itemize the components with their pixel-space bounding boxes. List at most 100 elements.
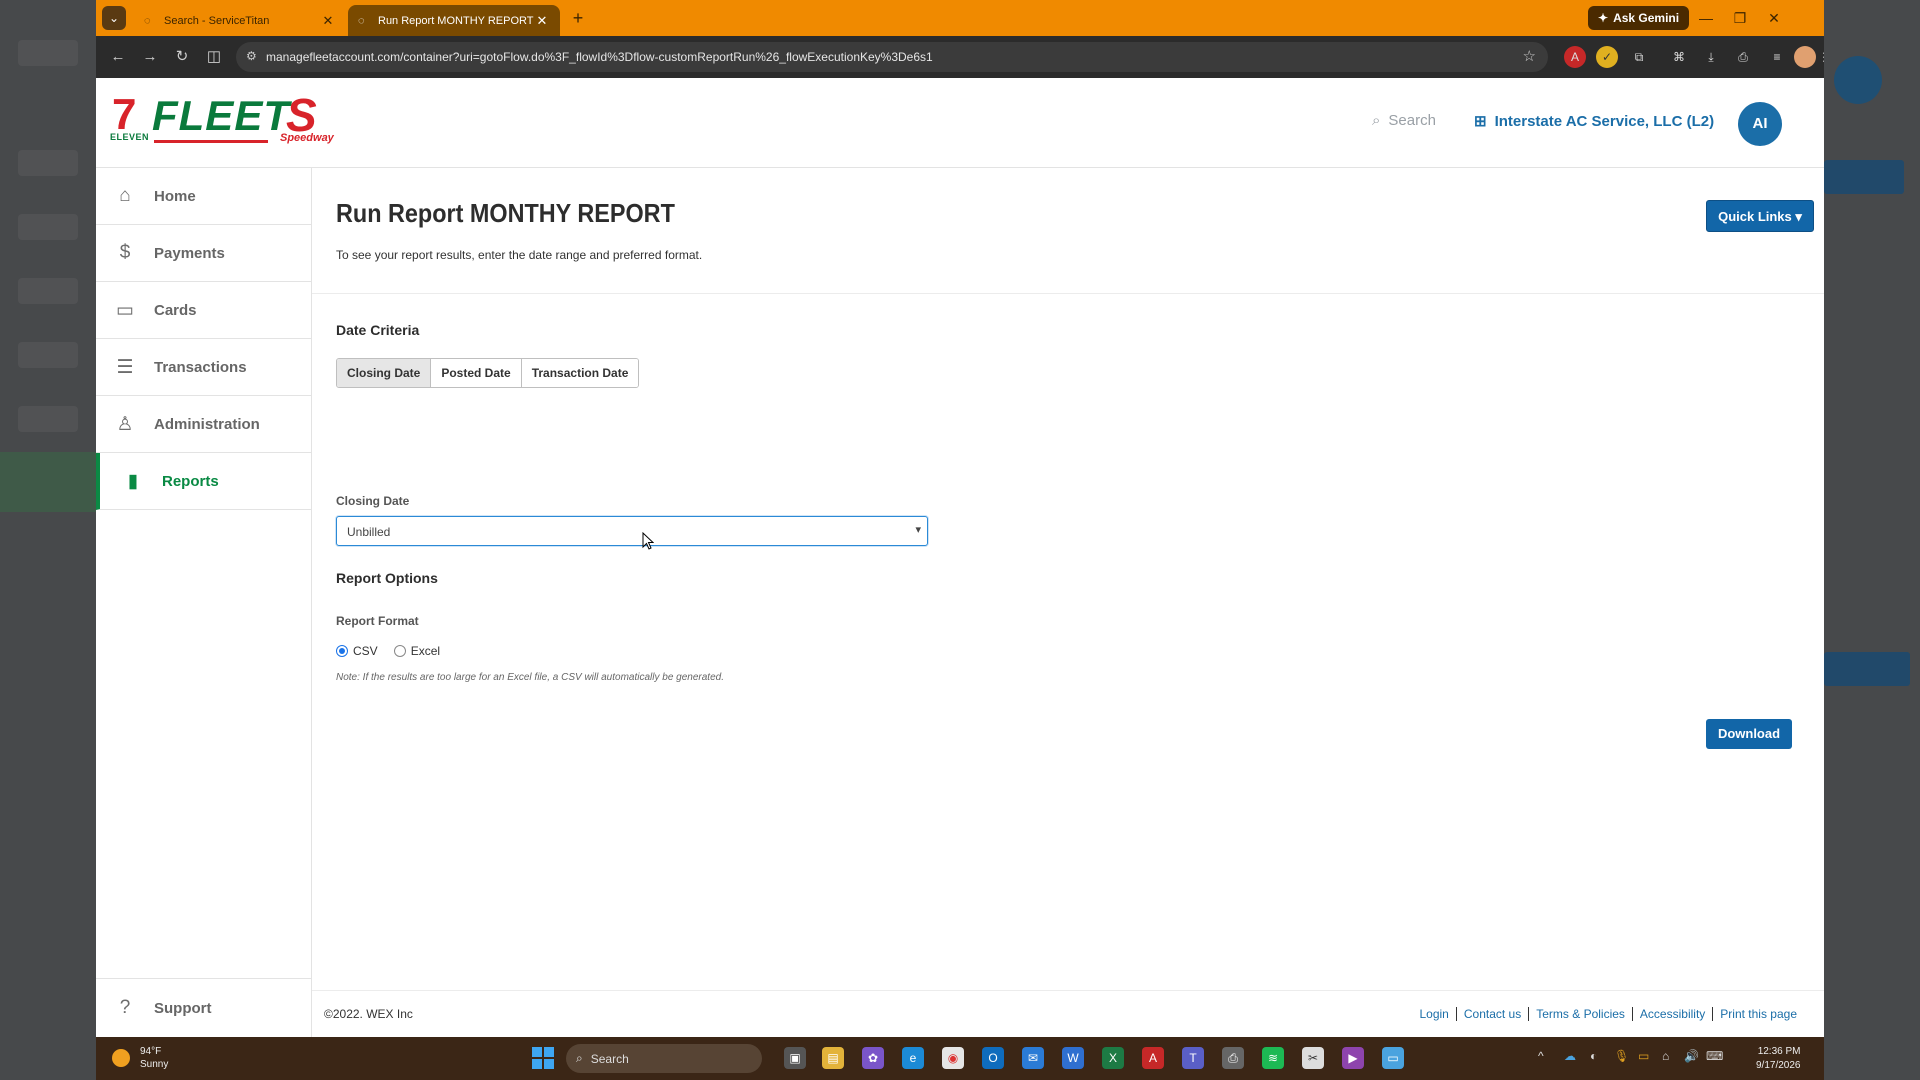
sidebar-item-reports[interactable]: ▮ Reports [96,453,312,510]
profile-icon[interactable] [1794,46,1816,68]
close-icon[interactable]: ✕ [320,13,336,29]
ask-gemini-button[interactable]: ✦ Ask Gemini [1588,6,1690,30]
sidebar-item-transactions[interactable]: ☰ Transactions [96,339,312,396]
snipping-tool-icon[interactable]: ✂ [1302,1047,1324,1069]
plus-icon[interactable]: + [566,6,590,30]
back-arrow-icon[interactable]: ← [106,45,130,69]
sparkle-icon: ✦ [1598,11,1609,25]
more-icon[interactable]: ⋮ [1818,46,1824,68]
bg-ghost [18,342,78,368]
download-button[interactable]: Download [1706,719,1792,749]
browser-tab-servicetitan[interactable]: ◌ Search - ServiceTitan ✕ [134,5,346,36]
network-icon[interactable]: ⌂ [1662,1049,1669,1063]
footer-link-contact[interactable]: Contact us [1455,1007,1528,1021]
footer-link-terms[interactable]: Terms & Policies [1528,1007,1632,1021]
footer-link-login[interactable]: Login [1412,1007,1455,1021]
sidebar-item-payments[interactable]: $ Payments [96,225,312,282]
vpn-icon[interactable]: ◐ [1590,1049,1597,1063]
sidebar-item-cards[interactable]: ▭ Cards [96,282,312,339]
site-info-icon[interactable]: ⚙ [246,49,257,63]
edge-icon[interactable]: e [902,1047,924,1069]
puzzle-icon[interactable]: ⧉ [1628,46,1650,68]
tab-search-dropdown[interactable]: ⌄ [102,6,126,30]
bookmark-star-icon[interactable]: ☆ [1523,47,1536,65]
quick-links-button[interactable]: Quick Links ▾ [1706,200,1814,232]
closing-date-label: Closing Date [336,494,410,508]
system-clock[interactable]: 12:36 PM 9/17/2026 [1756,1045,1801,1073]
footer-links: Login Contact us Terms & Policies Access… [1412,1007,1804,1021]
tab-posted-date[interactable]: Posted Date [431,359,522,387]
keyboard-icon[interactable]: ⌨ [1706,1049,1723,1063]
account-switcher[interactable]: ⊞ Interstate AC Service, LLC (L2) [1474,112,1714,131]
footer-link-print[interactable]: Print this page [1712,1007,1804,1021]
browser-window: ⌄ ◌ Search - ServiceTitan ✕ ◌ Run Report… [96,0,1824,1037]
address-bar[interactable]: ⚙ managefleetaccount.com/container?uri=g… [236,42,1548,72]
print-icon[interactable]: ⎙ [1732,46,1754,68]
csv-label[interactable]: CSV [353,644,378,658]
logo-underline [154,140,268,143]
teams-icon[interactable]: T [1182,1047,1204,1069]
taskbar-search[interactable]: ⌕ Search [566,1044,762,1073]
mail-icon[interactable]: ✉ [1022,1047,1044,1069]
bg-ghost [18,406,78,432]
bg-ghost-button [1824,160,1904,194]
tab-transaction-date[interactable]: Transaction Date [521,359,639,387]
sidebar-item-support[interactable]: ? Support [96,978,312,1037]
microphone-icon[interactable]: 🎙 [1614,1049,1629,1063]
acrobat-icon[interactable]: A [1142,1047,1164,1069]
page-title: Run Report MONTHY REPORT [336,198,675,228]
media-app-icon[interactable]: ▶ [1342,1047,1364,1069]
sidebar-item-administration[interactable]: ♙ Administration [96,396,312,453]
close-icon[interactable]: ✕ [534,13,550,29]
media-icon[interactable]: ≡ [1766,46,1788,68]
tab-closing-date[interactable]: Closing Date [337,359,432,387]
copilot-icon[interactable]: ✿ [862,1047,884,1069]
chrome-icon[interactable]: ◉ [942,1047,964,1069]
closing-date-select[interactable]: Unbilled ▾ [336,516,928,546]
fleet-logo[interactable]: 7 ELEVEN FLEET S Speedway [110,89,338,146]
logo-fleet: FLEET [152,92,290,139]
sidebar-item-label: Transactions [154,358,247,376]
close-window-icon[interactable]: ✕ [1760,6,1788,30]
avatar[interactable]: AI [1738,102,1782,146]
volume-icon[interactable]: 🔊 [1684,1049,1699,1063]
sidebar-item-home[interactable]: ⌂ Home [96,168,312,225]
taskbar-search-label: Search [590,1051,629,1066]
task-view-icon[interactable]: ▣ [784,1047,806,1069]
spotify-icon[interactable]: ≋ [1262,1047,1284,1069]
csv-radio[interactable] [336,645,348,657]
chevron-up-icon[interactable]: ^ [1538,1049,1544,1063]
restore-icon[interactable]: ❐ [1726,6,1754,30]
excel-radio[interactable] [393,645,406,657]
incognito-icon[interactable]: ⌘ [1668,46,1690,68]
file-explorer-icon[interactable]: ▤ [822,1047,844,1069]
reload-icon[interactable]: ↻ [170,45,194,69]
browser-tab-run-report[interactable]: ◌ Run Report MONTHY REPORT - ✕ [348,5,560,36]
pdf-extension-icon[interactable]: A [1564,46,1586,68]
report-format-options: CSV Excel [336,644,456,658]
bg-ghost [18,150,78,176]
split-view-icon[interactable]: ◫ [202,45,226,69]
remote-desktop-icon[interactable]: ▭ [1382,1047,1404,1069]
download-icon[interactable]: ⤓ [1700,46,1722,68]
os-taskbar: 94°F Sunny ⌕ Search ▣ ▤ ✿ e ◉ O ✉ W X A … [96,1037,1824,1080]
excel-icon[interactable]: X [1102,1047,1124,1069]
excel-label[interactable]: Excel [411,644,440,658]
footer-link-accessibility[interactable]: Accessibility [1631,1007,1712,1021]
windows-start-icon[interactable] [532,1047,554,1069]
word-icon[interactable]: W [1062,1047,1084,1069]
forward-arrow-icon[interactable]: → [138,45,162,69]
printer-app-icon[interactable]: ⎙ [1222,1047,1244,1069]
sidebar-item-label: Administration [154,415,260,433]
onedrive-icon[interactable]: ☁ [1564,1049,1576,1063]
clock-time: 12:36 PM [1757,1046,1801,1057]
battery-icon[interactable]: ▭ [1638,1049,1649,1063]
url-text[interactable]: managefleetaccount.com/container?uri=got… [266,50,933,64]
minimize-icon[interactable]: — [1692,6,1720,30]
outlook-icon[interactable]: O [982,1047,1004,1069]
header-search[interactable]: ⌕ Search [1372,112,1436,129]
sidebar-item-label: Cards [154,301,197,319]
weather-widget[interactable]: 94°F Sunny [112,1045,168,1071]
extension-icon[interactable]: ✓ [1596,46,1618,68]
bar-chart-icon: ▮ [127,470,139,492]
